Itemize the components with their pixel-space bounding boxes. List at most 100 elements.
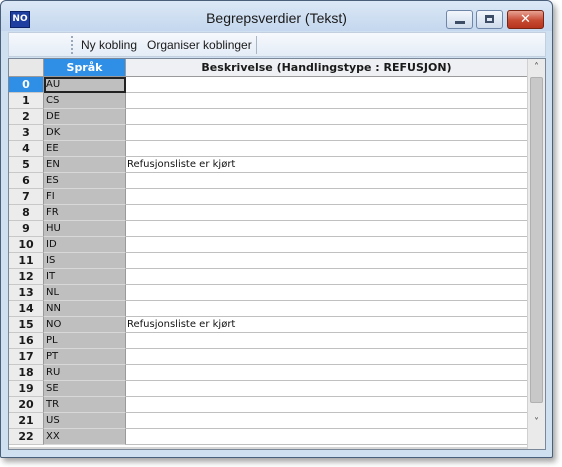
- row-number[interactable]: 6: [9, 173, 44, 189]
- column-header-language[interactable]: Språk: [44, 59, 126, 77]
- row-number[interactable]: 18: [9, 365, 44, 381]
- language-cell[interactable]: HU: [44, 221, 126, 237]
- horizontal-scrollbar[interactable]: [9, 447, 527, 449]
- language-cell[interactable]: FI: [44, 189, 126, 205]
- table-row[interactable]: 9 HU: [9, 221, 527, 237]
- maximize-button[interactable]: [476, 10, 503, 29]
- language-cell[interactable]: TR: [44, 397, 126, 413]
- description-cell[interactable]: [126, 173, 527, 189]
- row-number[interactable]: 22: [9, 429, 44, 445]
- language-cell[interactable]: DE: [44, 109, 126, 125]
- description-cell[interactable]: [126, 349, 527, 365]
- table-row[interactable]: 2 DE: [9, 109, 527, 125]
- language-cell[interactable]: EE: [44, 141, 126, 157]
- table-row[interactable]: 15 NO Refusjonsliste er kjørt: [9, 317, 527, 333]
- table-row[interactable]: 5 EN Refusjonsliste er kjørt: [9, 157, 527, 173]
- table-row[interactable]: 12 IT: [9, 269, 527, 285]
- scroll-thumb[interactable]: [530, 77, 543, 403]
- language-cell[interactable]: NL: [44, 285, 126, 301]
- language-cell[interactable]: SE: [44, 381, 126, 397]
- description-cell[interactable]: [126, 77, 527, 93]
- table-row[interactable]: 0 AU: [9, 77, 527, 93]
- table-row[interactable]: 14 NN: [9, 301, 527, 317]
- description-cell[interactable]: [126, 109, 527, 125]
- table-row[interactable]: 6 ES: [9, 173, 527, 189]
- table-row[interactable]: 4 EE: [9, 141, 527, 157]
- description-cell[interactable]: [126, 205, 527, 221]
- language-cell[interactable]: CS: [44, 93, 126, 109]
- table-row[interactable]: 18 RU: [9, 365, 527, 381]
- description-cell[interactable]: [126, 125, 527, 141]
- language-cell[interactable]: US: [44, 413, 126, 429]
- close-button[interactable]: ✕: [507, 10, 544, 29]
- title-bar[interactable]: NO Begrepsverdier (Tekst) ✕: [1, 1, 552, 31]
- description-cell[interactable]: [126, 93, 527, 109]
- row-number[interactable]: 10: [9, 237, 44, 253]
- minimize-button[interactable]: [446, 10, 473, 29]
- row-number[interactable]: 8: [9, 205, 44, 221]
- description-cell[interactable]: Refusjonsliste er kjørt: [126, 317, 527, 333]
- table-row[interactable]: 16 PL: [9, 333, 527, 349]
- row-number[interactable]: 1: [9, 93, 44, 109]
- scroll-up-icon[interactable]: ˄: [528, 59, 545, 76]
- row-number[interactable]: 20: [9, 397, 44, 413]
- row-number[interactable]: 16: [9, 333, 44, 349]
- row-number[interactable]: 19: [9, 381, 44, 397]
- row-number[interactable]: 13: [9, 285, 44, 301]
- description-cell[interactable]: [126, 429, 527, 445]
- language-cell[interactable]: IS: [44, 253, 126, 269]
- description-cell[interactable]: [126, 413, 527, 429]
- language-cell[interactable]: PT: [44, 349, 126, 365]
- description-cell[interactable]: [126, 365, 527, 381]
- language-cell[interactable]: IT: [44, 269, 126, 285]
- table-row[interactable]: 22 XX: [9, 429, 527, 445]
- language-cell[interactable]: FR: [44, 205, 126, 221]
- description-cell[interactable]: [126, 189, 527, 205]
- language-cell[interactable]: XX: [44, 429, 126, 445]
- row-number[interactable]: 9: [9, 221, 44, 237]
- row-number[interactable]: 15: [9, 317, 44, 333]
- description-cell[interactable]: [126, 381, 527, 397]
- row-number[interactable]: 4: [9, 141, 44, 157]
- language-cell[interactable]: ID: [44, 237, 126, 253]
- row-number[interactable]: 14: [9, 301, 44, 317]
- table-row[interactable]: 11 IS: [9, 253, 527, 269]
- language-cell[interactable]: DK: [44, 125, 126, 141]
- description-cell[interactable]: [126, 333, 527, 349]
- row-number[interactable]: 3: [9, 125, 44, 141]
- table-row[interactable]: 8 FR: [9, 205, 527, 221]
- language-cell[interactable]: NO: [44, 317, 126, 333]
- table-row[interactable]: 20 TR: [9, 397, 527, 413]
- table-row[interactable]: 19 SE: [9, 381, 527, 397]
- table-row[interactable]: 10 ID: [9, 237, 527, 253]
- table-row[interactable]: 1 CS: [9, 93, 527, 109]
- row-number[interactable]: 7: [9, 189, 44, 205]
- row-number[interactable]: 0: [9, 77, 44, 93]
- row-number[interactable]: 11: [9, 253, 44, 269]
- description-cell[interactable]: [126, 397, 527, 413]
- organize-links-button[interactable]: Organiser koblinger: [147, 37, 252, 53]
- description-cell[interactable]: [126, 237, 527, 253]
- table-row[interactable]: 21 US: [9, 413, 527, 429]
- row-number[interactable]: 21: [9, 413, 44, 429]
- description-cell[interactable]: [126, 221, 527, 237]
- description-cell[interactable]: [126, 141, 527, 157]
- column-header-description[interactable]: Beskrivelse (Handlingstype : REFUSJON): [126, 59, 527, 77]
- language-cell[interactable]: AU: [44, 77, 126, 93]
- scroll-down-icon[interactable]: ˅: [528, 414, 545, 431]
- row-number[interactable]: 2: [9, 109, 44, 125]
- grid-corner[interactable]: [9, 59, 44, 77]
- description-cell[interactable]: [126, 285, 527, 301]
- row-number[interactable]: 17: [9, 349, 44, 365]
- toolbar-grip[interactable]: [71, 36, 73, 54]
- description-cell[interactable]: [126, 301, 527, 317]
- language-cell[interactable]: PL: [44, 333, 126, 349]
- table-row[interactable]: 7 FI: [9, 189, 527, 205]
- language-cell[interactable]: EN: [44, 157, 126, 173]
- language-cell[interactable]: ES: [44, 173, 126, 189]
- table-row[interactable]: 17 PT: [9, 349, 527, 365]
- table-row[interactable]: 13 NL: [9, 285, 527, 301]
- description-cell[interactable]: [126, 253, 527, 269]
- vertical-scrollbar[interactable]: ˄ ˅: [527, 59, 545, 449]
- row-number[interactable]: 12: [9, 269, 44, 285]
